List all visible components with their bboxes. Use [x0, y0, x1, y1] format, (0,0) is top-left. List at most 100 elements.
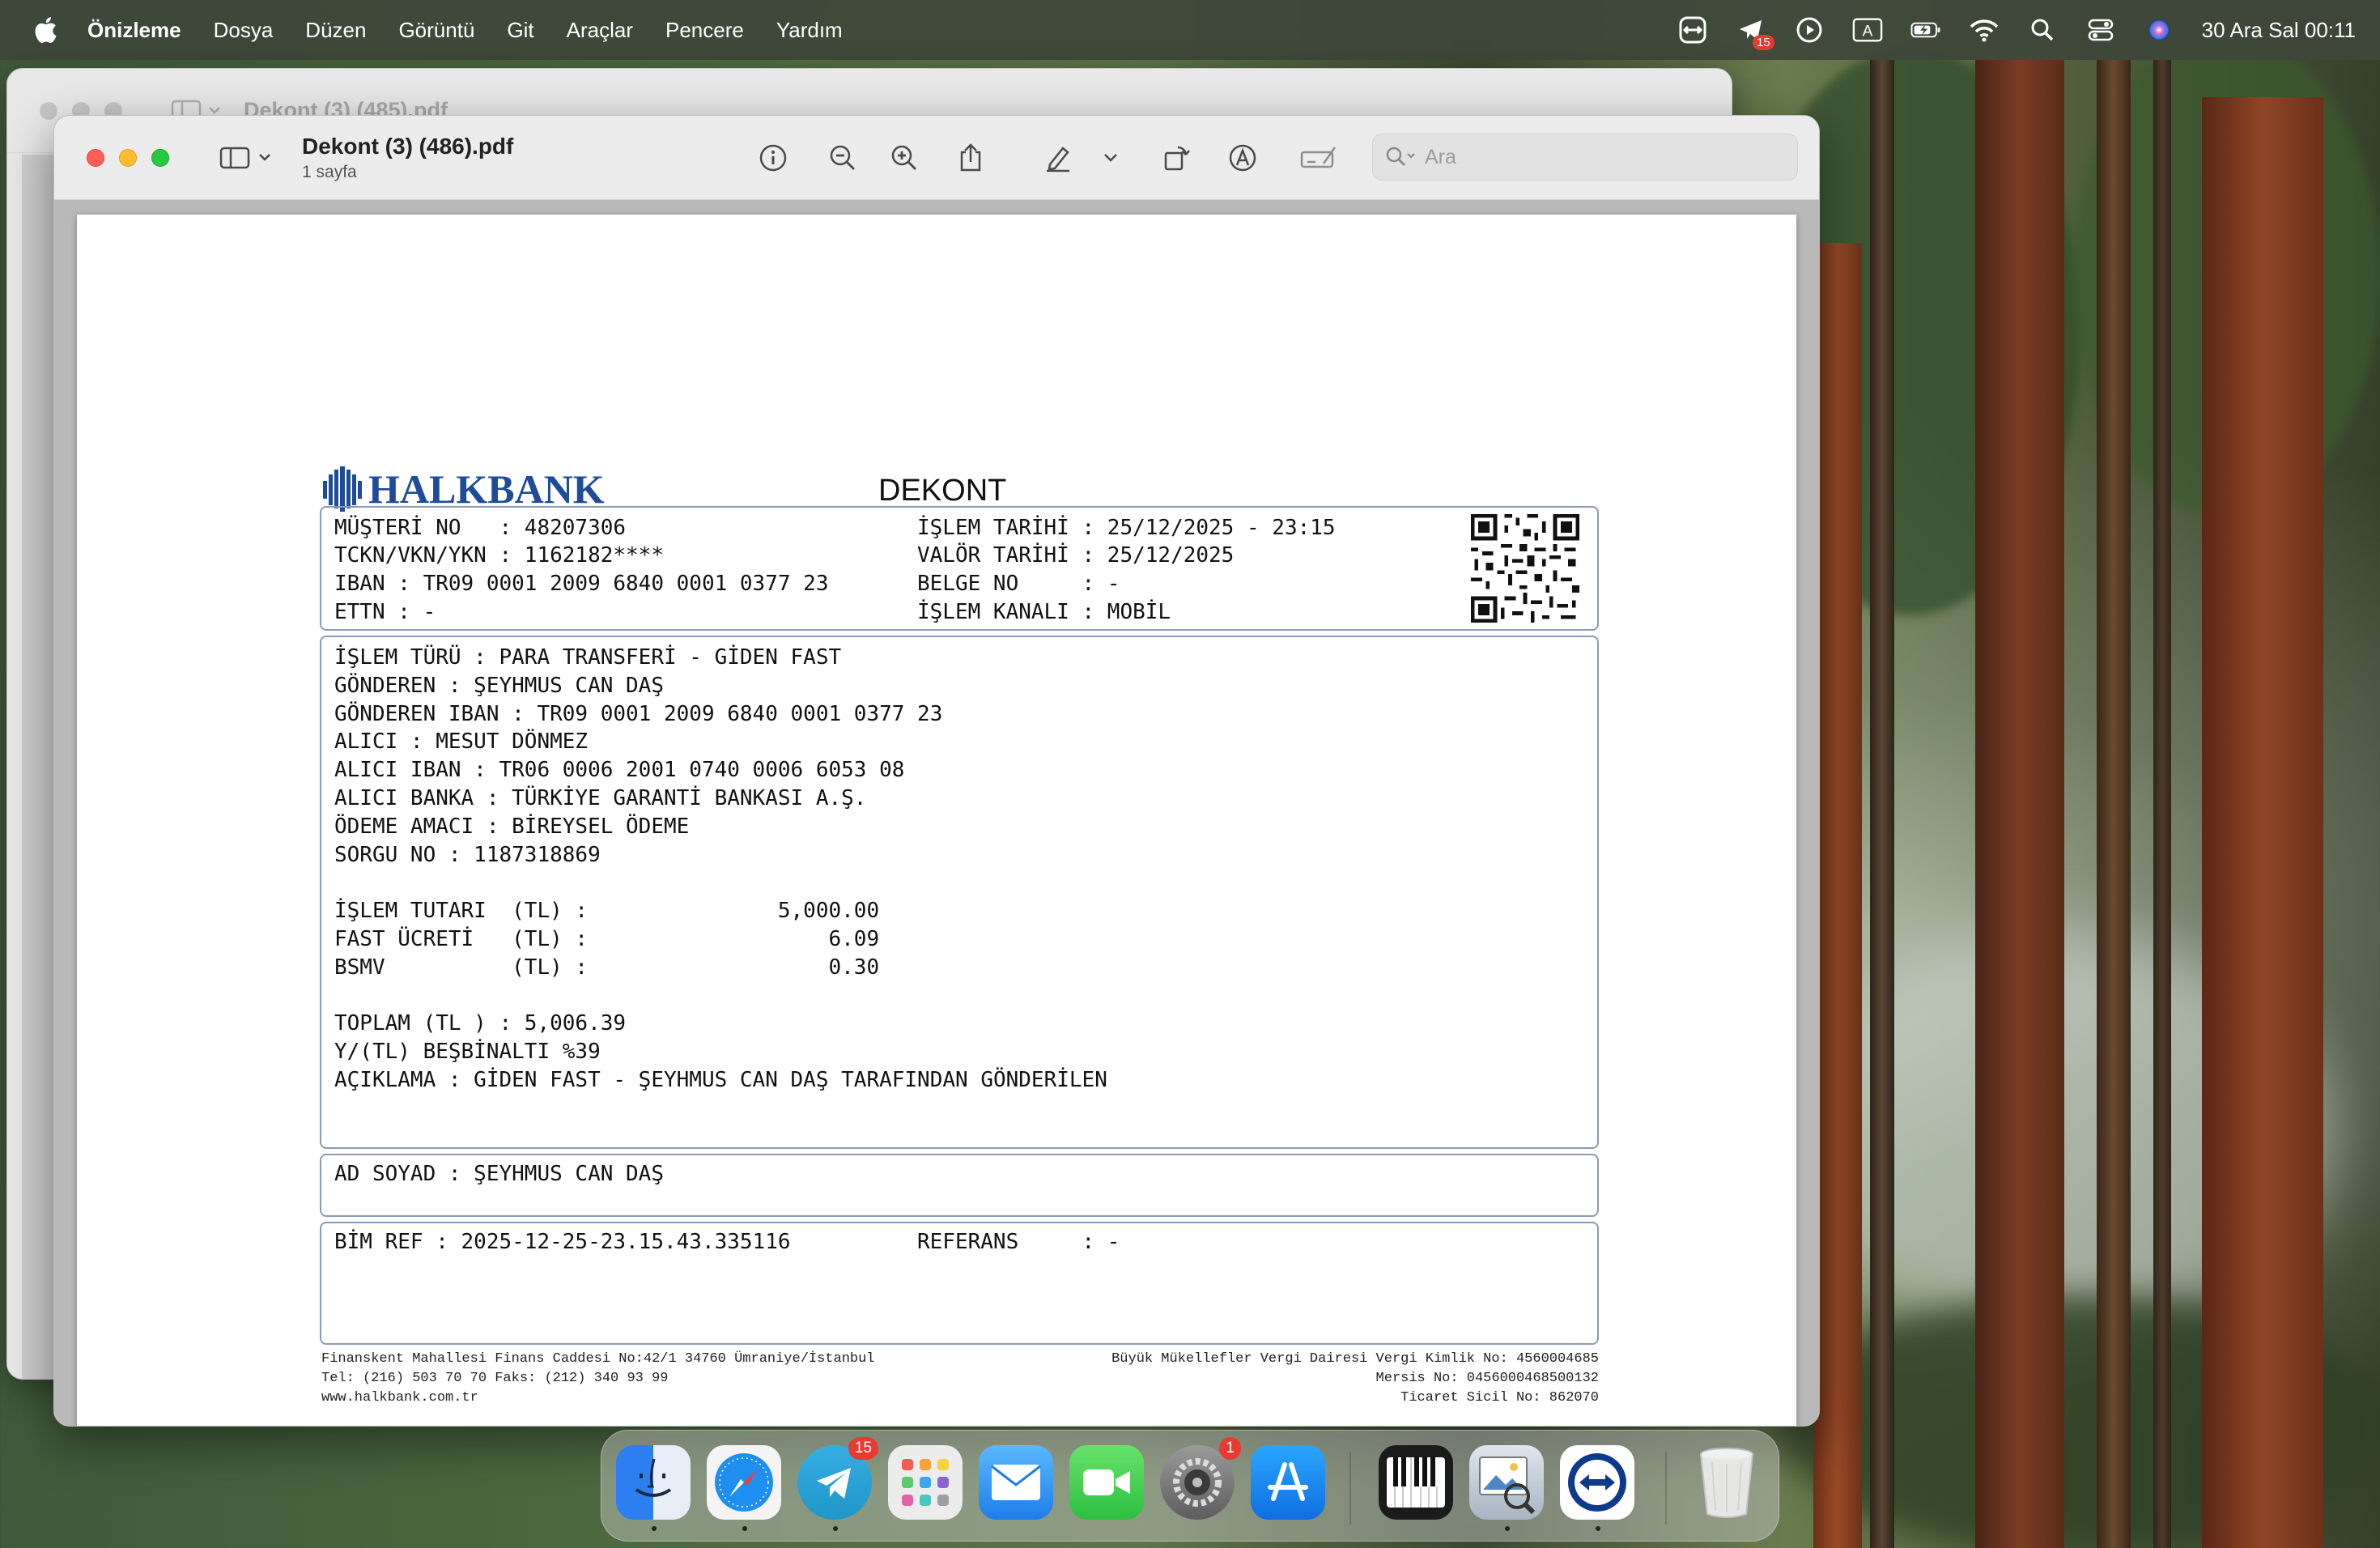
detail-line: AÇIKLAMA : GİDEN FAST - ŞEYHMUS CAN DAŞ … — [334, 1068, 1107, 1092]
dock-mail[interactable] — [979, 1445, 1053, 1520]
control-center-icon[interactable] — [2085, 15, 2116, 45]
details-box: İŞLEM TÜRÜ : PARA TRANSFERİ - GİDEN FAST… — [320, 636, 1599, 1149]
running-indicator — [652, 1526, 657, 1531]
menu-help[interactable]: Yardım — [776, 18, 843, 43]
detail-line: ALICI : MESUT DÖNMEZ — [334, 729, 589, 755]
app-store-icon — [1268, 1462, 1308, 1501]
gear-icon — [1173, 1458, 1222, 1507]
dock-system-settings[interactable]: 1 — [1160, 1437, 1241, 1520]
document-no: BELGE NO : - — [917, 572, 1120, 596]
rotate-icon — [1164, 146, 1190, 171]
detail-line: ALICI IBAN : TR06 0006 2001 0740 0006 60… — [334, 758, 905, 783]
detail-line: BSMV (TL) : 0.30 — [334, 955, 880, 980]
menu-file[interactable]: Dosya — [214, 18, 274, 43]
tckn: TCKN/VKN/YKN : 1162182**** — [334, 543, 664, 568]
minimize-button[interactable] — [119, 148, 137, 167]
customer-no: MÜŞTERİ NO : 48207306 — [334, 516, 627, 540]
transaction-date: İŞLEM TARİHİ : 25/12/2025 - 23:15 — [917, 516, 1336, 540]
document-title: DEKONT — [878, 474, 1007, 508]
safari-icon — [715, 1453, 773, 1512]
dock-app-store[interactable] — [1251, 1445, 1325, 1520]
facetime-icon — [1083, 1469, 1130, 1495]
form-fill-button[interactable] — [1296, 138, 1341, 177]
search-placeholder: Ara — [1425, 145, 1456, 168]
footer-mersis: Mersis No: 0456000468500132 — [1375, 1371, 1599, 1386]
running-indicator — [833, 1526, 838, 1531]
input-source-icon[interactable]: A — [1852, 15, 1883, 45]
rotate-button[interactable] — [1157, 138, 1196, 177]
search-field[interactable]: Ara — [1372, 134, 1798, 181]
zoom-out-button[interactable] — [823, 138, 862, 177]
preview-icon — [1479, 1457, 1536, 1514]
dock-separator — [1665, 1452, 1667, 1525]
pen-icon — [1047, 147, 1069, 172]
dock: 15 1 — [601, 1430, 1779, 1542]
footer-address: Finanskent Mahallesi Finans Caddesi No:4… — [321, 1351, 875, 1367]
teamviewer-status-icon[interactable] — [1677, 15, 1708, 45]
share-button[interactable] — [951, 138, 990, 177]
bim-ref: BİM REF : 2025-12-25-23.15.43.335116 — [334, 1230, 791, 1254]
value-date: VALÖR TARİHİ : 25/12/2025 — [917, 543, 1235, 568]
detail-line: İŞLEM TÜRÜ : PARA TRANSFERİ - GİDEN FAST — [334, 645, 842, 670]
dock-safari[interactable] — [707, 1445, 781, 1531]
play-icon[interactable] — [1794, 15, 1825, 45]
traffic-lights — [87, 148, 169, 167]
siri-icon[interactable] — [2144, 15, 2174, 45]
clock[interactable]: 30 Ara Sal 00:11 — [2202, 18, 2356, 43]
detail-line: TOPLAM (TL ) : 5,006.39 — [334, 1011, 627, 1036]
dock-piano-app[interactable] — [1379, 1445, 1453, 1520]
markup-button[interactable] — [1223, 138, 1262, 177]
dock-telegram[interactable]: 15 — [797, 1437, 878, 1531]
battery-icon[interactable] — [1910, 15, 1941, 45]
detail-line: İŞLEM TUTARI (TL) : 5,000.00 — [334, 899, 880, 924]
dock-trash[interactable] — [1689, 1445, 1764, 1520]
menu-view[interactable]: Görüntü — [398, 18, 474, 43]
zoom-in-button[interactable] — [885, 138, 924, 177]
menu-bar: Önizleme Dosya Düzen Görüntü Git Araçlar… — [0, 0, 2380, 60]
running-indicator — [1596, 1526, 1600, 1531]
window-title: Dekont (3) (486).pdf — [302, 134, 514, 159]
detail-line: GÖNDEREN IBAN : TR09 0001 2009 6840 0001… — [334, 701, 943, 726]
notification-badge: 15 — [1752, 35, 1774, 50]
footer-tax-id: Büyük Mükellefler Vergi Dairesi Vergi Ki… — [1111, 1351, 1599, 1367]
teamviewer-icon — [1568, 1453, 1626, 1512]
dock-facetime[interactable] — [1069, 1445, 1144, 1520]
document-viewport[interactable]: HALKBANK DEKONT MÜŞTERİ NO : 48207306 TC… — [54, 200, 1819, 1426]
sidebar-toggle-button[interactable] — [216, 138, 281, 177]
footer-trade-registry: Ticaret Sicil No: 862070 — [1400, 1390, 1599, 1406]
page-count: 1 sayfa — [302, 163, 357, 181]
dock-teamviewer[interactable] — [1560, 1445, 1634, 1531]
menu-app-name[interactable]: Önizleme — [87, 18, 181, 43]
window-toolbar: Dekont (3) (486).pdf 1 sayfa Ara — [54, 116, 1819, 200]
detail-line: ÖDEME AMACI : BİREYSEL ÖDEME — [334, 814, 690, 839]
dock-launchpad[interactable] — [888, 1445, 963, 1520]
ettn: ETTN : - — [334, 600, 436, 624]
close-button[interactable] — [87, 148, 104, 167]
reference-box: BİM REF : 2025-12-25-23.15.43.335116 REF… — [320, 1222, 1599, 1345]
menu-go[interactable]: Git — [507, 18, 533, 43]
menu-tools[interactable]: Araçlar — [567, 18, 633, 43]
markup-highlight-button[interactable] — [1039, 138, 1077, 177]
dock-finder[interactable] — [616, 1445, 691, 1531]
telegram-badge: 15 — [848, 1437, 878, 1460]
detail-line: GÖNDEREN : ŞEYHMUS CAN DAŞ — [334, 673, 664, 698]
detail-line: Y/(TL) BEŞBİNALTI %39 — [334, 1040, 601, 1065]
markup-dropdown-button[interactable] — [1099, 138, 1123, 177]
telegram-status-icon[interactable]: 15 — [1736, 15, 1774, 50]
spotlight-search-icon[interactable] — [2027, 15, 2058, 45]
apple-icon[interactable] — [31, 14, 63, 46]
finder-icon — [635, 1458, 672, 1497]
launchpad-icon — [902, 1459, 949, 1506]
telegram-icon — [817, 1468, 851, 1499]
share-icon — [960, 143, 981, 172]
menu-edit[interactable]: Düzen — [305, 18, 366, 43]
footer-website[interactable]: www.halkbank.com.tr — [321, 1390, 478, 1406]
svg-text:A: A — [1862, 23, 1872, 40]
menu-window[interactable]: Pencere — [665, 18, 744, 43]
full-name: AD SOYAD : ŞEYHMUS CAN DAŞ — [334, 1162, 664, 1186]
wifi-icon[interactable] — [1969, 15, 2000, 45]
dock-preview[interactable] — [1469, 1445, 1544, 1531]
preview-window[interactable]: Dekont (3) (486).pdf 1 sayfa Ara HALKBAN… — [53, 115, 1820, 1427]
zoom-button[interactable] — [151, 148, 169, 167]
info-button[interactable] — [754, 138, 793, 177]
